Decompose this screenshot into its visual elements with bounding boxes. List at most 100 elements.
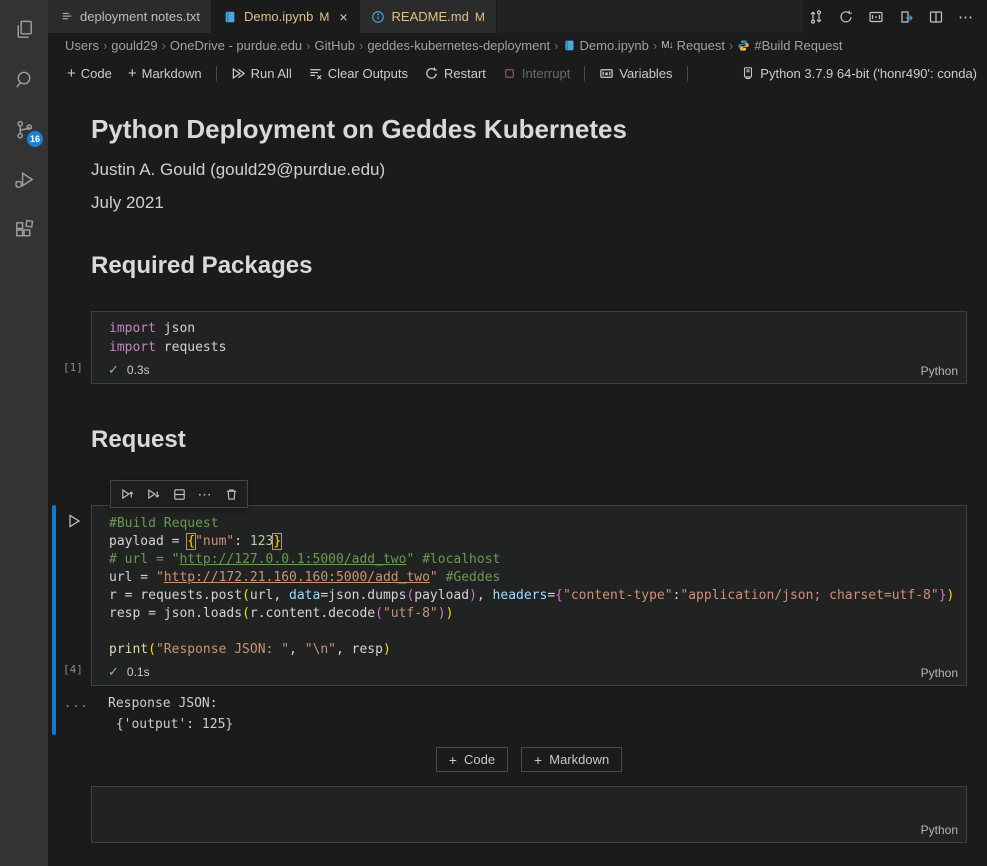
- section-heading-required-packages: Required Packages: [91, 252, 967, 280]
- more-actions-icon[interactable]: ⋯: [953, 5, 979, 29]
- breadcrumb-item-file[interactable]: Demo.ipynb: [563, 38, 649, 53]
- plus-icon: +: [534, 753, 542, 767]
- section-heading-request: Request: [91, 426, 967, 454]
- code-line[interactable]: # url = "http://127.0.0.1:5000/add_two" …: [92, 551, 966, 569]
- chevron-right-icon: ›: [305, 38, 311, 53]
- vscode-window: 16 deployment notes.txt Demo.ipynb M: [0, 0, 987, 866]
- chevron-right-icon: ›: [652, 38, 658, 53]
- breadcrumb-item-cell[interactable]: #Build Request: [737, 38, 842, 53]
- run-all-icon: [231, 66, 246, 81]
- tab-readme-md[interactable]: README.md M: [360, 0, 497, 33]
- chevron-right-icon: ›: [728, 38, 734, 53]
- output-gutter-ellipsis[interactable]: ...: [64, 696, 89, 710]
- code-line[interactable]: #Build Request: [92, 515, 966, 533]
- cell-status-bar: ✓ 0.3s: [92, 357, 966, 383]
- editor-area: deployment notes.txt Demo.ipynb M × READ…: [48, 0, 987, 866]
- interrupt-button[interactable]: Interrupt: [495, 63, 577, 84]
- scm-badge: 16: [27, 131, 43, 147]
- breadcrumb-item[interactable]: Users: [65, 38, 99, 53]
- export-icon[interactable]: [893, 5, 919, 29]
- chevron-right-icon: ›: [553, 38, 559, 53]
- code-cell-imports[interactable]: import json import requests ✓ 0.3s [1] P…: [91, 311, 967, 384]
- output-line: {'output': 125}: [108, 714, 967, 735]
- selected-cell-region: ⋯ #Build Request payload = {"num": 123} …: [91, 505, 967, 735]
- breadcrumb-item-section[interactable]: M↓ Request: [661, 38, 725, 53]
- kernel-icon: [741, 66, 755, 80]
- search-icon[interactable]: [0, 54, 48, 104]
- breadcrumb-item[interactable]: OneDrive - purdue.edu: [170, 38, 302, 53]
- tab-label: Demo.ipynb: [244, 9, 313, 24]
- cell-output: ... Response JSON: {'output': 125}: [91, 693, 967, 735]
- activity-bar: 16: [0, 0, 48, 866]
- notebook-toolbar: + Code + Markdown Run All Clear Outputs …: [48, 58, 987, 88]
- insert-code-button[interactable]: + Code: [436, 747, 508, 772]
- add-code-button[interactable]: + Code: [60, 63, 119, 84]
- execution-time: 0.1s: [127, 665, 150, 679]
- markdown-icon: M↓: [661, 40, 672, 51]
- chevron-right-icon: ›: [102, 38, 108, 53]
- cell-language-picker[interactable]: Python: [921, 364, 958, 378]
- explorer-icon[interactable]: [0, 4, 48, 54]
- code-line[interactable]: resp = json.loads(r.content.decode("utf-…: [92, 605, 966, 623]
- code-line[interactable]: import requests: [92, 338, 966, 357]
- run-all-button[interactable]: Run All: [224, 63, 299, 84]
- source-control-icon[interactable]: 16: [0, 104, 48, 154]
- restart-kernel-icon[interactable]: [833, 5, 859, 29]
- insert-markdown-button[interactable]: + Markdown: [521, 747, 622, 772]
- breadcrumb-item[interactable]: GitHub: [315, 38, 355, 53]
- run-cell-button[interactable]: [65, 512, 83, 530]
- toolbar-divider: [584, 66, 585, 81]
- breadcrumb-item[interactable]: geddes-kubernetes-deployment: [367, 38, 550, 53]
- kernel-picker[interactable]: Python 3.7.9 64-bit ('honr490': conda): [741, 66, 977, 81]
- insert-cell-row: + Code + Markdown: [91, 747, 967, 772]
- code-line[interactable]: payload = {"num": 123}: [92, 533, 966, 551]
- delete-cell-icon[interactable]: [219, 483, 243, 505]
- breadcrumb-item[interactable]: gould29: [111, 38, 157, 53]
- execution-time: 0.3s: [127, 363, 150, 377]
- code-cell-request[interactable]: ⋯ #Build Request payload = {"num": 123} …: [91, 505, 967, 686]
- tab-demo-ipynb[interactable]: Demo.ipynb M ×: [212, 0, 360, 33]
- markdown-date: July 2021: [91, 193, 967, 213]
- split-editor-icon[interactable]: [923, 5, 949, 29]
- code-line[interactable]: import json: [92, 319, 966, 338]
- restart-button[interactable]: Restart: [417, 63, 493, 84]
- success-check-icon: ✓: [108, 362, 119, 378]
- plus-icon: +: [449, 753, 457, 767]
- toolbar-divider: [216, 66, 217, 81]
- cell-status-bar: ✓ 0.1s: [92, 659, 966, 685]
- tab-label: deployment notes.txt: [80, 9, 200, 24]
- compare-changes-icon[interactable]: [803, 5, 829, 29]
- notebook-icon: [563, 39, 576, 52]
- code-line[interactable]: url = "http://172.21.160.160:5000/add_tw…: [92, 569, 966, 587]
- variables-icon: [599, 66, 614, 81]
- clear-outputs-button[interactable]: Clear Outputs: [301, 63, 415, 84]
- python-icon: [737, 39, 750, 52]
- code-line[interactable]: [92, 623, 966, 641]
- success-check-icon: ✓: [108, 664, 119, 680]
- notebook-icon: [223, 9, 238, 24]
- variables-button[interactable]: Variables: [592, 63, 679, 84]
- execution-count: [4]: [63, 663, 83, 676]
- cell-language-picker[interactable]: Python: [921, 823, 958, 837]
- more-actions-icon[interactable]: ⋯: [193, 483, 217, 505]
- execution-count: [1]: [63, 361, 83, 374]
- add-markdown-button[interactable]: + Markdown: [121, 63, 209, 84]
- output-panel-icon[interactable]: [863, 5, 889, 29]
- cell-language-picker[interactable]: Python: [921, 666, 958, 680]
- tab-deployment-notes[interactable]: deployment notes.txt: [48, 0, 212, 33]
- extensions-icon[interactable]: [0, 204, 48, 254]
- run-below-icon[interactable]: [141, 483, 165, 505]
- breadcrumb: Users › gould29 › OneDrive - purdue.edu …: [48, 33, 987, 58]
- notebook-body: Python Deployment on Geddes Kubernetes J…: [48, 88, 987, 866]
- code-line[interactable]: print("Response JSON: ", "\n", resp): [92, 641, 966, 659]
- cell-selection-indicator: [52, 505, 56, 735]
- modified-badge: M: [475, 10, 485, 24]
- run-debug-icon[interactable]: [0, 154, 48, 204]
- clear-outputs-icon: [308, 66, 323, 81]
- split-cell-icon[interactable]: [167, 483, 191, 505]
- empty-code-cell[interactable]: Python: [91, 786, 967, 843]
- info-icon: [371, 9, 386, 24]
- code-line[interactable]: r = requests.post(url, data=json.dumps(p…: [92, 587, 966, 605]
- run-above-icon[interactable]: [115, 483, 139, 505]
- close-icon[interactable]: ×: [339, 10, 347, 24]
